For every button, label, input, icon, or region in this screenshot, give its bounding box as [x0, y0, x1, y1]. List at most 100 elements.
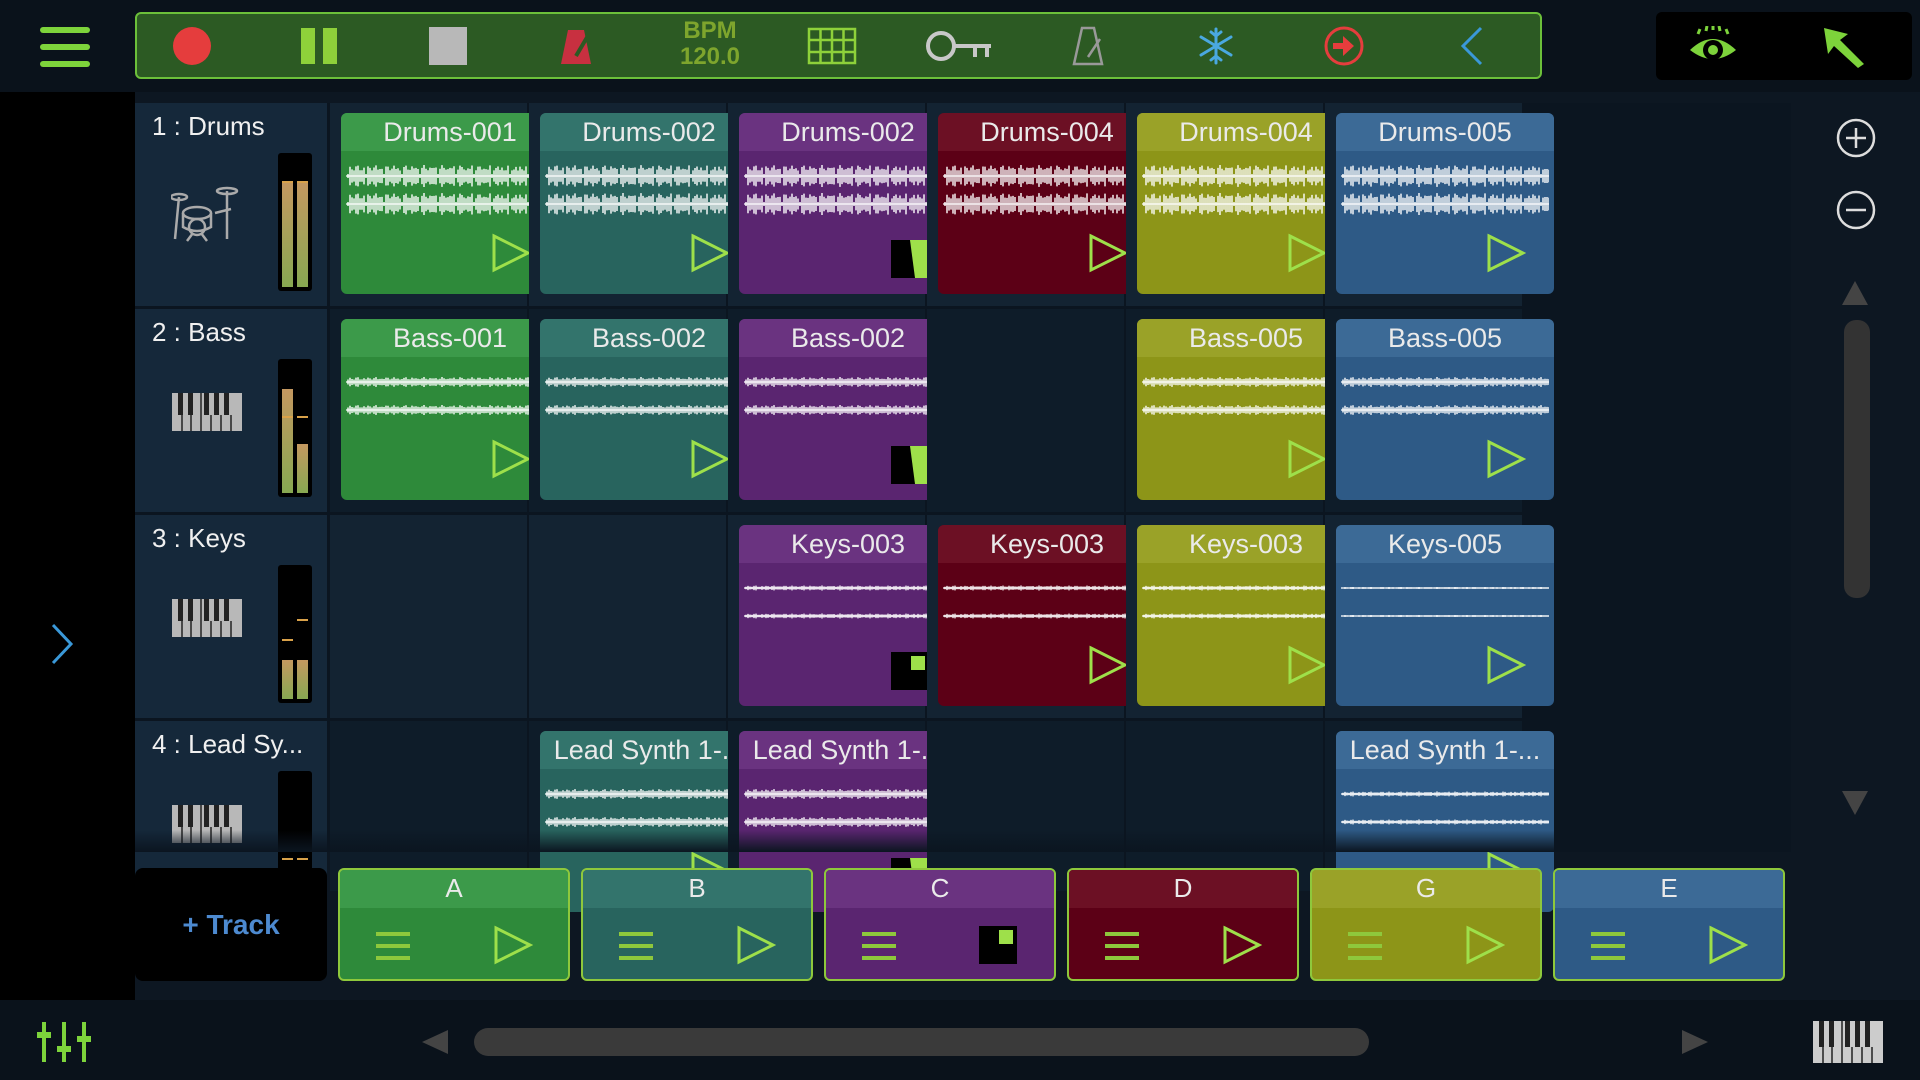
play-icon[interactable] [1287, 645, 1328, 690]
clip-progress-icon[interactable] [891, 240, 929, 278]
clip[interactable]: Drums-004 [938, 113, 1156, 294]
scene-button[interactable]: B [581, 868, 813, 981]
play-icon[interactable] [491, 233, 532, 278]
scene-button[interactable]: G [1310, 868, 1542, 981]
clip-label: Keys-003 [938, 525, 1156, 563]
waveform [346, 369, 555, 395]
scene-menu-icon[interactable] [1348, 932, 1382, 968]
track-header[interactable]: 3 : Keys [135, 515, 327, 718]
clip-label: Bass-005 [1336, 319, 1554, 357]
clip-progress-icon[interactable] [891, 652, 929, 690]
play-icon[interactable] [491, 439, 532, 484]
tuner-button[interactable] [1033, 14, 1143, 77]
play-icon[interactable] [493, 925, 534, 970]
waveform [545, 397, 754, 423]
vertical-scrollbar[interactable] [1844, 320, 1870, 598]
stop-button[interactable] [393, 14, 503, 77]
play-icon[interactable] [1287, 439, 1328, 484]
play-icon[interactable] [1708, 925, 1749, 970]
scroll-left-icon[interactable] [420, 1028, 450, 1056]
waveform [545, 369, 754, 395]
waveform [943, 191, 1152, 217]
track-header[interactable]: 4 : Lead Sy... [135, 721, 327, 909]
clip[interactable]: Drums-004 [1137, 113, 1355, 294]
grid-button[interactable] [777, 14, 887, 77]
clip-slot[interactable] [330, 721, 529, 891]
clip[interactable]: Keys-003 [938, 525, 1156, 706]
track-header[interactable]: 1 : Drums [135, 103, 327, 306]
scroll-right-icon[interactable] [1680, 1028, 1710, 1056]
clip-slot[interactable] [927, 309, 1126, 512]
clip-slot[interactable] [927, 721, 1126, 891]
track-name: 2 : Bass [152, 317, 246, 347]
play-icon[interactable] [1287, 233, 1328, 278]
waveform [1341, 603, 1550, 629]
zoom-out-icon[interactable] [1835, 189, 1877, 231]
clip[interactable]: Keys-003 [739, 525, 957, 706]
clip[interactable]: Bass-001 [341, 319, 559, 500]
play-icon[interactable] [1465, 925, 1506, 970]
scene-button[interactable]: A [338, 868, 570, 981]
clip[interactable]: Drums-005 [1336, 113, 1554, 294]
waveform [1142, 191, 1351, 217]
scroll-up-icon[interactable] [1840, 279, 1870, 307]
play-icon[interactable] [690, 233, 731, 278]
chevron-right-icon[interactable] [50, 622, 74, 666]
clip[interactable]: Bass-002 [739, 319, 957, 500]
scroll-down-icon[interactable] [1840, 789, 1870, 817]
waveform [744, 575, 953, 601]
clip[interactable]: Bass-002 [540, 319, 758, 500]
cursor-arrow-icon[interactable] [1822, 26, 1866, 70]
scene-button[interactable]: D [1067, 868, 1299, 981]
mixer-icon[interactable] [36, 1020, 92, 1064]
app-root: BPM 120.0 1: Drums Drums-001 Drums-002 … [0, 0, 1920, 1080]
clip[interactable]: Drums-002 [739, 113, 957, 294]
scene-button[interactable]: E [1553, 868, 1785, 981]
scene-menu-icon[interactable] [619, 932, 653, 968]
clip[interactable]: Keys-003 [1137, 525, 1355, 706]
play-icon[interactable] [736, 925, 777, 970]
bpm-display[interactable]: BPM 120.0 [645, 18, 775, 70]
pause-icon [301, 27, 337, 64]
scene-menu-icon[interactable] [1591, 932, 1625, 968]
play-icon[interactable] [1222, 925, 1263, 970]
play-icon[interactable] [1486, 233, 1527, 278]
menu-icon[interactable] [40, 27, 90, 67]
zoom-in-icon[interactable] [1835, 117, 1877, 159]
scene-menu-icon[interactable] [376, 932, 410, 968]
clip[interactable]: Drums-001 [341, 113, 559, 294]
horizontal-scrollbar[interactable] [474, 1028, 1369, 1056]
pause-button[interactable] [265, 14, 375, 77]
clip-slot[interactable] [1126, 721, 1325, 891]
track-header[interactable]: 2 : Bass [135, 309, 327, 512]
play-icon[interactable] [1486, 645, 1527, 690]
key-button[interactable] [905, 14, 1015, 77]
play-icon[interactable] [1088, 645, 1129, 690]
clip[interactable]: Keys-005 [1336, 525, 1554, 706]
play-icon[interactable] [690, 439, 731, 484]
clip-slot[interactable] [529, 515, 728, 718]
play-icon[interactable] [1088, 233, 1129, 278]
add-track-button[interactable]: + Track [135, 868, 327, 981]
waveform [1142, 603, 1351, 629]
scene-menu-icon[interactable] [862, 932, 896, 968]
play-icon[interactable] [1486, 439, 1527, 484]
clip[interactable]: Drums-002 [540, 113, 758, 294]
eye-icon[interactable] [1686, 26, 1740, 66]
clip[interactable]: Bass-005 [1137, 319, 1355, 500]
scene-button[interactable]: C [824, 868, 1056, 981]
piano-icon[interactable] [1812, 1020, 1884, 1064]
metronome-button[interactable] [521, 14, 631, 77]
clip-progress-icon[interactable] [891, 446, 929, 484]
waveform [943, 603, 1152, 629]
freeze-button[interactable] [1161, 14, 1271, 77]
waveform [346, 163, 555, 189]
export-button[interactable] [1289, 14, 1399, 77]
scene-progress-icon[interactable] [979, 926, 1017, 964]
clip-label: Keys-003 [1137, 525, 1355, 563]
record-button[interactable] [137, 14, 247, 77]
scene-menu-icon[interactable] [1105, 932, 1139, 968]
clip[interactable]: Bass-005 [1336, 319, 1554, 500]
collapse-button[interactable] [1417, 14, 1527, 77]
clip-slot[interactable] [330, 515, 529, 718]
